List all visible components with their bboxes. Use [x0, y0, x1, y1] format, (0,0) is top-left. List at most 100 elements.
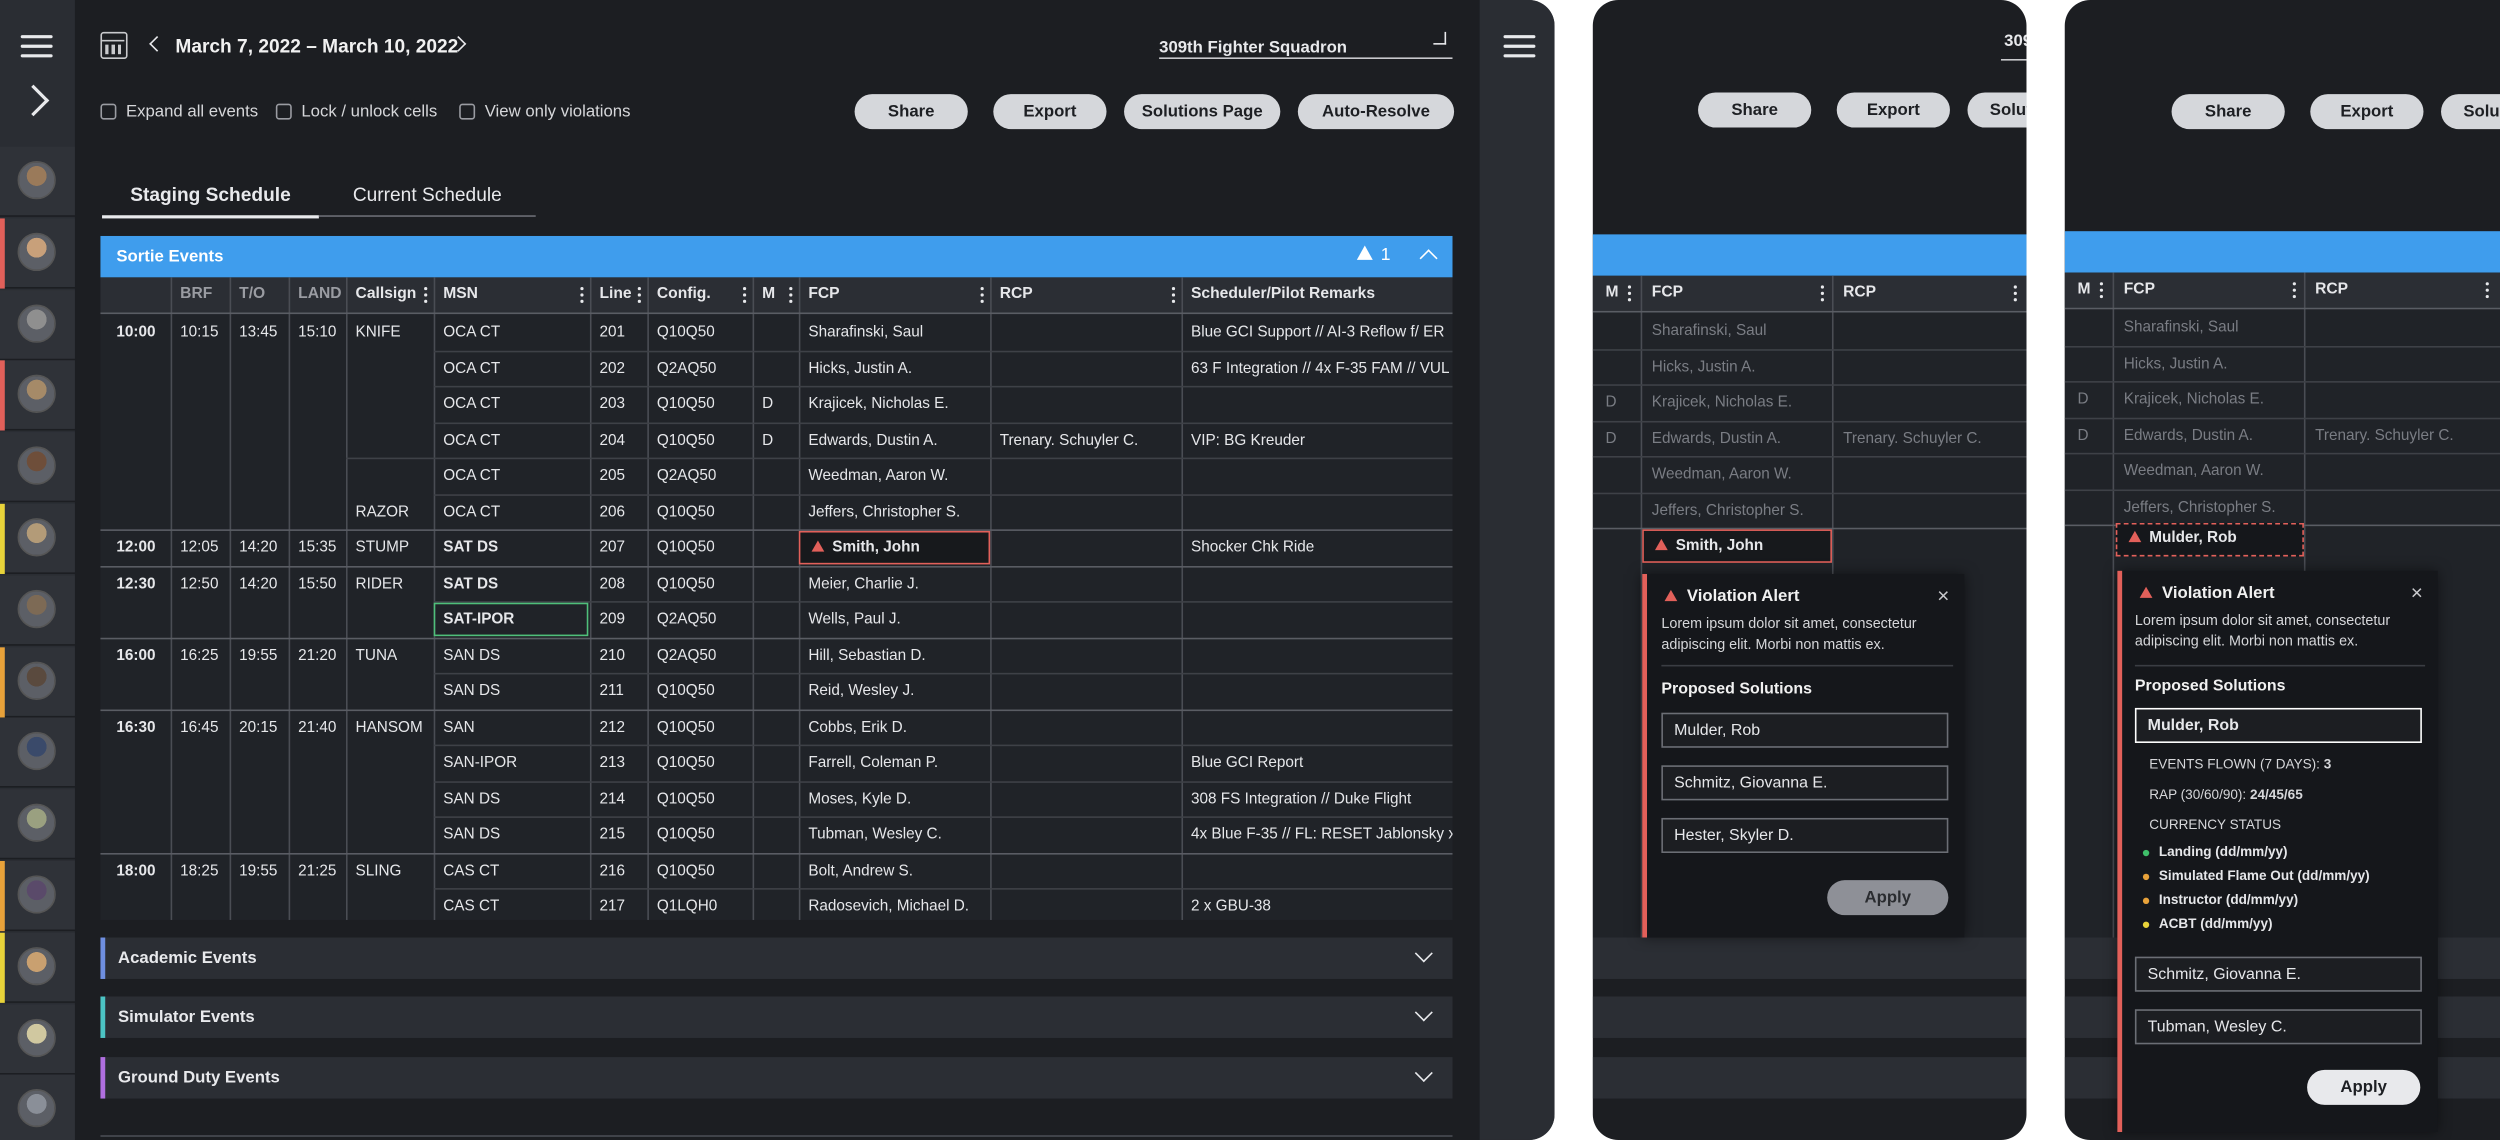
remarks-cell[interactable]: 2 x GBU-38 [1191, 898, 1452, 916]
fcp-cell[interactable]: Radosevich, Michael D. [808, 898, 969, 916]
column-menu-icon[interactable] [424, 286, 429, 305]
fcp-cell[interactable]: Mulder, Rob [2149, 529, 2237, 547]
close-icon[interactable]: × [1937, 584, 1949, 608]
menu-icon[interactable] [1503, 35, 1536, 58]
config-cell[interactable]: Q10Q50 [657, 718, 715, 736]
apply-button[interactable]: Apply [2307, 1069, 2421, 1105]
fcp-cell[interactable]: Hill, Sebastian D. [808, 647, 925, 665]
remarks-cell[interactable]: 63 F Integration // 4x F-35 FAM // VUL [1191, 360, 1452, 378]
remarks-cell[interactable]: Shocker Chk Ride [1191, 539, 1452, 557]
msn-cell[interactable]: SAN DS [443, 826, 500, 844]
avatar[interactable] [17, 446, 56, 485]
avatar[interactable] [17, 661, 56, 700]
remarks-cell[interactable]: 4x Blue F-35 // FL: RESET Jablonsky x [1191, 826, 1452, 844]
tab-staging-schedule[interactable]: Staging Schedule [102, 183, 319, 219]
column-menu-icon[interactable] [980, 286, 986, 305]
fcp-cell[interactable]: Tubman, Wesley C. [808, 826, 941, 844]
lock-unlock-checkbox[interactable]: Lock / unlock cells [275, 102, 437, 121]
academic-events-section[interactable] [1592, 937, 2027, 979]
config-cell[interactable]: Q10Q50 [657, 754, 715, 772]
column-menu-icon[interactable] [1627, 285, 1633, 303]
column-menu-icon[interactable] [1171, 286, 1177, 305]
msn-cell[interactable]: SAT DS [443, 575, 498, 593]
fcp-cell[interactable]: Sharafinski, Saul [808, 324, 923, 342]
remarks-cell[interactable]: Blue GCI Support // AI-3 Reflow f/ ER [1191, 324, 1452, 342]
fcp-cell[interactable]: Bolt, Andrew S. [808, 862, 913, 880]
config-cell[interactable]: Q10Q50 [657, 431, 715, 449]
config-cell[interactable]: Q2AQ50 [657, 647, 717, 665]
solution-option[interactable]: Tubman, Wesley C. [2134, 1009, 2422, 1045]
fcp-cell[interactable]: Smith, John [832, 539, 920, 557]
ground-duty-events-section[interactable] [1592, 1057, 2027, 1099]
avatar[interactable] [17, 946, 56, 986]
solutions-page-button[interactable]: Solut [1967, 92, 2027, 128]
solution-option[interactable]: Mulder, Rob [1661, 712, 1949, 748]
solution-option[interactable]: Schmitz, Giovanna E. [2134, 956, 2422, 992]
msn-cell[interactable]: OCA CT [443, 467, 500, 485]
avatar[interactable] [17, 518, 56, 557]
academic-events-section[interactable]: Academic Events [100, 937, 1453, 979]
msn-cell[interactable]: OCA CT [443, 360, 500, 378]
share-button[interactable]: Share [1698, 92, 1812, 128]
config-cell[interactable]: Q2AQ50 [657, 467, 717, 485]
remarks-cell[interactable]: Blue GCI Report [1191, 754, 1452, 772]
msn-cell[interactable]: OCA CT [443, 431, 500, 449]
config-cell[interactable]: Q2AQ50 [657, 360, 717, 378]
close-icon[interactable]: × [2411, 580, 2423, 604]
config-cell[interactable]: Q10Q50 [657, 324, 715, 342]
msn-cell[interactable]: SAN-IPOR [443, 754, 517, 772]
msn-cell[interactable]: OCA CT [443, 395, 500, 413]
fcp-cell[interactable]: Farrell, Coleman P. [808, 754, 938, 772]
fcp-cell[interactable]: Weedman, Aaron W. [808, 467, 948, 485]
simulator-events-section[interactable]: Simulator Events [100, 996, 1453, 1038]
collapse-icon[interactable] [1419, 249, 1438, 268]
config-cell[interactable]: Q10Q50 [657, 862, 715, 880]
sortie-events-header[interactable]: Sortie Events 1 [100, 235, 1453, 278]
remarks-cell[interactable]: VIP: BG Kreuder [1191, 431, 1452, 449]
calendar-icon[interactable] [100, 31, 128, 59]
config-cell[interactable]: Q10Q50 [657, 826, 715, 844]
m-cell[interactable]: D [762, 395, 773, 413]
column-menu-icon[interactable] [789, 286, 794, 305]
fcp-cell[interactable]: Reid, Wesley J. [808, 682, 914, 700]
menu-icon[interactable] [20, 35, 53, 58]
fcp-cell[interactable]: Jeffers, Christopher S. [808, 503, 960, 521]
fcp-cell[interactable]: Edwards, Dustin A. [808, 431, 937, 449]
avatar[interactable] [17, 303, 56, 343]
ground-duty-events-section[interactable]: Ground Duty Events [100, 1057, 1453, 1099]
column-menu-icon[interactable] [2292, 282, 2298, 300]
squadron-select[interactable]: 309th Fighter Squadron [1159, 31, 1453, 59]
sortie-events-header[interactable] [2064, 231, 2500, 273]
config-cell[interactable]: Q1LQH0 [657, 898, 717, 916]
selected-solution[interactable]: Mulder, Rob [2134, 707, 2422, 743]
solution-option[interactable]: Hester, Skyler D. [1661, 817, 1949, 854]
export-button[interactable]: Export [1836, 92, 1950, 128]
sortie-events-header[interactable] [1592, 234, 2027, 276]
expand-all-checkbox[interactable]: Expand all events [100, 102, 258, 121]
column-menu-icon[interactable] [1820, 285, 1826, 303]
config-cell[interactable]: Q10Q50 [657, 395, 715, 413]
fcp-cell[interactable]: Hicks, Justin A. [808, 360, 912, 378]
fcp-cell[interactable]: Meier, Charlie J. [808, 575, 919, 593]
config-cell[interactable]: Q10Q50 [657, 682, 715, 700]
share-button[interactable]: Share [2171, 94, 2285, 130]
config-cell[interactable]: Q2AQ50 [657, 611, 717, 629]
remarks-cell[interactable]: 308 FS Integration // Duke Flight [1191, 790, 1452, 808]
msn-cell[interactable]: SAN DS [443, 682, 500, 700]
m-cell[interactable]: D [762, 431, 773, 449]
view-violations-checkbox[interactable]: View only violations [459, 102, 631, 121]
column-menu-icon[interactable] [580, 286, 585, 305]
msn-cell[interactable]: SAT-IPOR [443, 611, 514, 629]
export-button[interactable]: Export [2310, 94, 2424, 130]
avatar[interactable] [17, 589, 56, 628]
avatar[interactable] [17, 232, 56, 271]
prev-week-icon[interactable] [149, 35, 165, 52]
export-button[interactable]: Export [993, 94, 1107, 130]
avatar[interactable] [17, 161, 56, 200]
rcp-cell[interactable]: Trenary. Schuyler C. [1000, 431, 1139, 449]
solutions-page-button[interactable]: Solu [2441, 94, 2500, 130]
fcp-cell[interactable]: Wells, Paul J. [808, 611, 900, 629]
column-menu-icon[interactable] [2013, 285, 2019, 303]
msn-cell[interactable]: SAN DS [443, 647, 500, 665]
column-menu-icon[interactable] [637, 286, 643, 305]
